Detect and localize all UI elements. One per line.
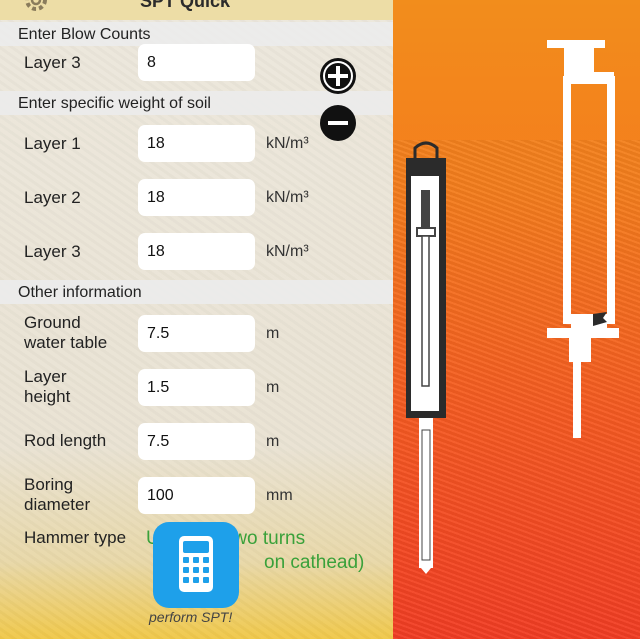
rod-length-unit: m xyxy=(266,433,280,450)
section-other: Other information xyxy=(0,280,393,304)
hammer-type-label: Hammer type xyxy=(24,528,127,547)
rod-length-input[interactable]: 7.5 xyxy=(138,423,255,460)
weight-layer1-label: Layer 1 xyxy=(24,134,81,153)
minus-circle-icon[interactable] xyxy=(320,105,356,141)
section-title: Enter Blow Counts xyxy=(18,26,151,43)
gear-icon[interactable] xyxy=(22,0,50,14)
layer-height-label: Layer height xyxy=(24,367,71,406)
layer-height-unit: m xyxy=(266,379,280,396)
title-bar: SPT Quick xyxy=(0,0,393,20)
ground-water-unit: m xyxy=(266,325,280,342)
weight-layer1-unit: kN/m³ xyxy=(266,135,309,152)
app-title: SPT Quick xyxy=(140,0,231,11)
input-panel: SPT Quick Enter Blow Counts Layer 3 8 En… xyxy=(0,0,393,639)
boring-diameter-unit: mm xyxy=(266,487,293,504)
plus-circle-icon[interactable] xyxy=(320,58,356,94)
ground-water-input[interactable]: 7.5 xyxy=(138,315,255,352)
section-blow-counts: Enter Blow Counts xyxy=(0,22,393,46)
blow-layer3-label: Layer 3 xyxy=(24,53,81,72)
weight-layer1-input[interactable]: 18 xyxy=(138,125,255,162)
ground-water-label: Ground water table xyxy=(24,313,108,352)
weight-layer2-unit: kN/m³ xyxy=(266,189,309,206)
perform-spt-label: perform SPT! xyxy=(149,609,233,625)
weight-layer3-input[interactable]: 18 xyxy=(138,233,255,270)
layer-height-input[interactable]: 1.5 xyxy=(138,369,255,406)
section-title: Other information xyxy=(18,284,142,301)
section-title: Enter specific weight of soil xyxy=(18,95,211,112)
boring-diameter-label: Boring diameter xyxy=(24,475,91,514)
spt-sampler-illustration xyxy=(406,40,619,574)
weight-layer2-input[interactable]: 18 xyxy=(138,179,255,216)
blow-layer3-input[interactable]: 8 xyxy=(138,44,255,81)
illustration-panel xyxy=(393,0,640,639)
weight-layer2-label: Layer 2 xyxy=(24,188,81,207)
perform-spt-button[interactable] xyxy=(153,522,239,608)
weight-layer3-label: Layer 3 xyxy=(24,242,81,261)
weight-layer3-unit: kN/m³ xyxy=(266,243,309,260)
rod-length-label: Rod length xyxy=(24,431,107,450)
calculator-icon xyxy=(179,536,213,592)
boring-diameter-input[interactable]: 100 xyxy=(138,477,255,514)
